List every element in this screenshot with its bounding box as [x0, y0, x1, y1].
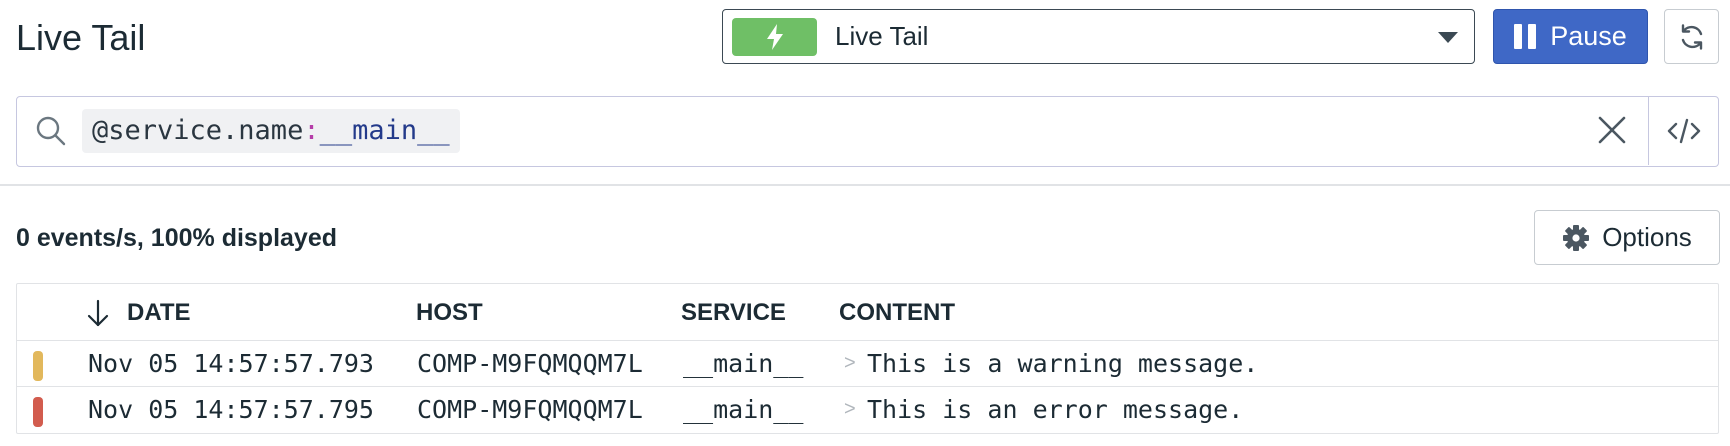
table-row[interactable]: Nov 05 14:57:57.795 COMP-M9FQMQQM7L __ma…: [17, 387, 1718, 433]
pause-button-label: Pause: [1550, 21, 1627, 51]
row-date: Nov 05 14:57:57.795: [88, 395, 374, 424]
column-header-content[interactable]: CONTENT: [839, 299, 955, 327]
gear-icon: [1563, 224, 1590, 251]
sort-descending-icon[interactable]: [87, 298, 109, 328]
options-button[interactable]: Options: [1534, 210, 1720, 265]
status-error-indicator: [33, 397, 43, 427]
query-attribute: @service.name: [92, 115, 304, 146]
mode-select-label: Live Tail: [835, 21, 929, 51]
options-button-label: Options: [1602, 222, 1692, 252]
log-table: DATE HOST SERVICE CONTENT Nov 05 14:57:5…: [16, 283, 1719, 434]
search-bar[interactable]: @service.name:__main__: [16, 96, 1719, 167]
section-divider: [0, 184, 1730, 186]
mode-select-dropdown[interactable]: Live Tail: [722, 9, 1475, 64]
row-content: This is a warning message.: [867, 349, 1259, 378]
pause-button[interactable]: Pause: [1493, 9, 1648, 64]
query-token[interactable]: @service.name:__main__: [82, 109, 460, 153]
column-header-host[interactable]: HOST: [416, 299, 483, 327]
chevron-right-icon: >: [844, 352, 856, 374]
search-icon: [36, 116, 66, 146]
query-value: __main__: [319, 115, 450, 146]
refresh-icon: [1681, 23, 1702, 50]
chevron-down-icon: [1438, 32, 1458, 43]
row-host: COMP-M9FQMQQM7L: [417, 395, 643, 424]
column-header-date[interactable]: DATE: [127, 299, 191, 327]
lightning-bolt-icon: [766, 23, 783, 50]
row-content: This is an error message.: [867, 395, 1244, 424]
status-warning-indicator: [33, 351, 43, 381]
row-service: __main__: [683, 349, 804, 378]
column-header-service[interactable]: SERVICE: [681, 299, 786, 327]
table-row[interactable]: Nov 05 14:57:57.793 COMP-M9FQMQQM7L __ma…: [17, 341, 1718, 387]
clear-icon[interactable]: [1596, 114, 1628, 146]
chevron-right-icon: >: [844, 398, 856, 420]
row-service: __main__: [683, 395, 804, 424]
events-rate-status: 0 events/s, 100% displayed: [16, 224, 338, 252]
code-icon: [1667, 118, 1700, 144]
page-title: Live Tail: [16, 17, 146, 58]
table-header: DATE HOST SERVICE CONTENT: [17, 284, 1718, 341]
code-view-button[interactable]: [1648, 97, 1718, 165]
pause-icon: [1514, 24, 1537, 49]
mode-badge: [732, 17, 817, 56]
row-date: Nov 05 14:57:57.793: [88, 349, 374, 378]
query-separator: :: [303, 115, 320, 146]
refresh-button[interactable]: [1664, 9, 1719, 64]
row-host: COMP-M9FQMQQM7L: [417, 349, 643, 378]
